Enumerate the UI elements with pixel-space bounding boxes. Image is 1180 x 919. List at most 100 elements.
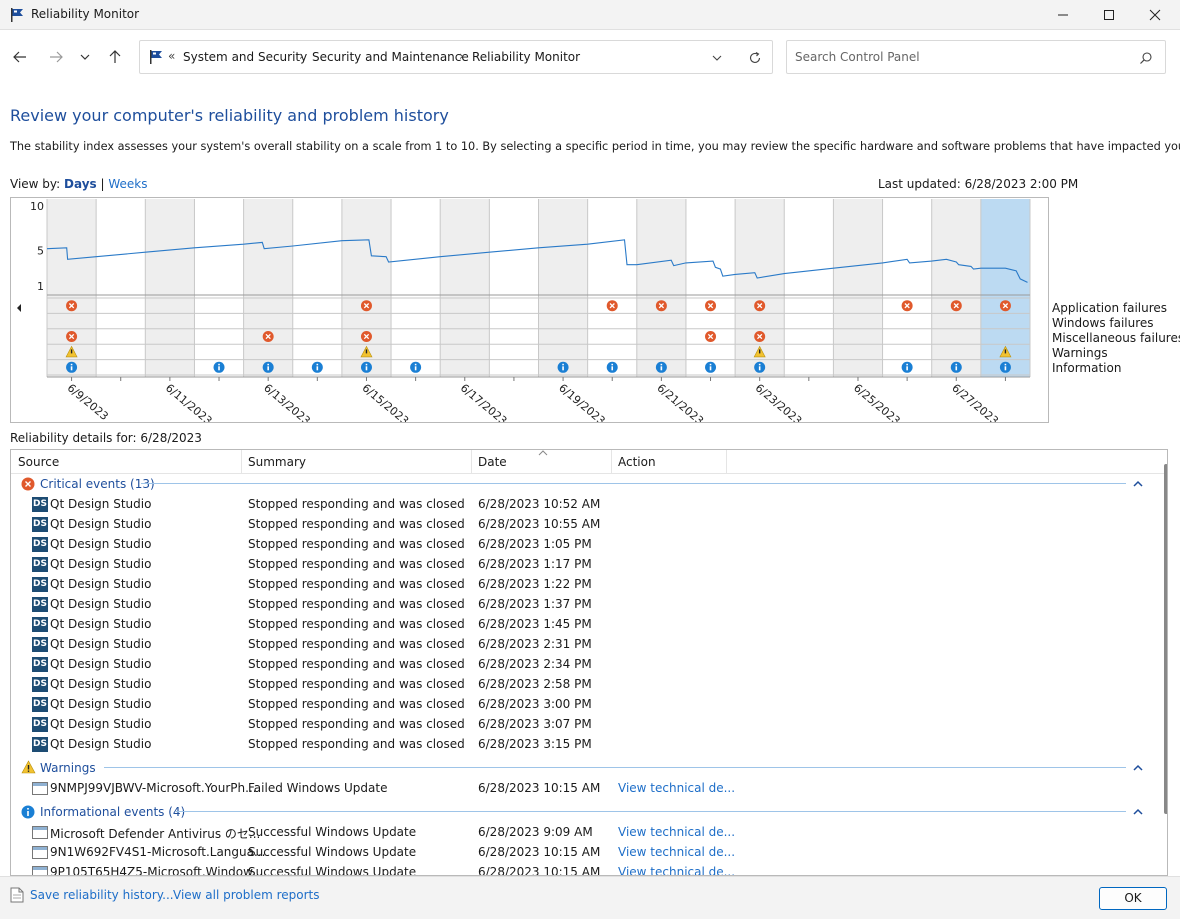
summary-cell: Stopped responding and was closed: [248, 677, 465, 691]
action-link[interactable]: View technical de...: [618, 845, 735, 859]
collapse-chevron-icon[interactable]: [1133, 480, 1143, 487]
view-all-problem-reports-link[interactable]: View all problem reports: [173, 888, 320, 902]
save-reliability-history-link[interactable]: Save reliability history...: [30, 888, 174, 902]
day-column[interactable]: [489, 199, 539, 377]
day-column[interactable]: [587, 199, 637, 377]
day-column[interactable]: [538, 199, 588, 377]
table-row[interactable]: 9P105T65H4Z5-Microsoft.Window... Successf…: [11, 862, 1151, 875]
day-column[interactable]: [685, 199, 736, 377]
day-column[interactable]: [194, 199, 244, 377]
close-button[interactable]: [1132, 0, 1178, 30]
day-column[interactable]: [833, 199, 883, 377]
table-row[interactable]: Microsoft Defender Antivirus のセ... Succes…: [11, 822, 1151, 842]
scroll-left-icon[interactable]: [17, 304, 21, 312]
column-divider[interactable]: [241, 450, 242, 474]
search-icon[interactable]: [1139, 51, 1153, 65]
day-column[interactable]: [145, 199, 195, 377]
recent-locations-button[interactable]: [75, 46, 95, 68]
table-row[interactable]: DS Qt Design Studio Stopped responding and…: [11, 574, 1151, 594]
info-event-icon: [267, 366, 269, 371]
collapse-chevron-icon[interactable]: [1133, 808, 1143, 815]
maximize-button[interactable]: [1086, 0, 1132, 30]
ok-button[interactable]: OK: [1099, 887, 1167, 910]
table-row[interactable]: DS Qt Design Studio Stopped responding and…: [11, 514, 1151, 534]
collapse-chevron-icon[interactable]: [1133, 764, 1143, 771]
table-row[interactable]: DS Qt Design Studio Stopped responding and…: [11, 734, 1151, 754]
qt-design-studio-icon: DS: [32, 597, 48, 612]
source-cell: Qt Design Studio: [50, 557, 152, 571]
view-weeks-link[interactable]: Weeks: [108, 177, 147, 191]
column-divider[interactable]: [471, 450, 472, 474]
info-event-icon: [955, 366, 958, 371]
table-row[interactable]: DS Qt Design Studio Stopped responding and…: [11, 534, 1151, 554]
view-by-selector: View by: Days | Weeks: [10, 177, 148, 191]
table-row[interactable]: DS Qt Design Studio Stopped responding and…: [11, 494, 1151, 514]
day-column[interactable]: [440, 199, 490, 377]
summary-cell: Stopped responding and was closed: [248, 737, 465, 751]
info-event-icon: [758, 363, 761, 366]
action-link[interactable]: View technical de...: [618, 781, 735, 795]
back-button[interactable]: [9, 46, 31, 68]
column-divider[interactable]: [726, 450, 727, 474]
address-bar[interactable]: « System and Security › Security and Mai…: [139, 40, 773, 74]
source-cell: Qt Design Studio: [50, 717, 152, 731]
info-event-icon: [70, 366, 73, 371]
day-column[interactable]: [931, 199, 981, 377]
breadcrumb-security-and-maintenance[interactable]: Security and Maintenance: [312, 50, 469, 64]
address-dropdown-icon[interactable]: [712, 54, 722, 62]
up-button[interactable]: [104, 46, 126, 68]
minimize-button[interactable]: [1040, 0, 1086, 30]
breadcrumb-reliability-monitor[interactable]: Reliability Monitor: [472, 50, 580, 64]
table-row[interactable]: 9NMPJ99VJBWV-Microsoft.YourPh... Failed W…: [11, 778, 1151, 798]
table-row[interactable]: DS Qt Design Studio Stopped responding and…: [11, 594, 1151, 614]
qt-design-studio-icon: DS: [32, 617, 48, 632]
table-row[interactable]: DS Qt Design Studio Stopped responding and…: [11, 614, 1151, 634]
table-row[interactable]: DS Qt Design Studio Stopped responding and…: [11, 654, 1151, 674]
breadcrumb-overflow[interactable]: «: [168, 49, 175, 63]
day-column[interactable]: [882, 199, 932, 377]
action-link[interactable]: View technical de...: [618, 865, 735, 875]
date-cell: 6/28/2023 10:55 AM: [478, 517, 601, 531]
summary-cell: Stopped responding and was closed: [248, 597, 465, 611]
table-row[interactable]: DS Qt Design Studio Stopped responding and…: [11, 634, 1151, 654]
day-column[interactable]: [292, 199, 342, 377]
day-column[interactable]: [391, 199, 441, 377]
info-event-icon: [562, 366, 564, 371]
column-header-date[interactable]: Date: [478, 455, 507, 469]
stability-chart[interactable]: 10 5 1 6/9/2023 6/11/2023 6/13/2023 6/15/2023 6…: [10, 197, 1049, 428]
date-cell: 6/28/2023 1:05 PM: [478, 537, 592, 551]
summary-cell: Stopped responding and was closed: [248, 637, 465, 651]
refresh-icon[interactable]: [748, 51, 762, 65]
action-link[interactable]: View technical de...: [618, 825, 735, 839]
column-divider[interactable]: [611, 450, 612, 474]
breadcrumb-system-and-security[interactable]: System and Security: [183, 50, 307, 64]
table-row[interactable]: DS Qt Design Studio Stopped responding and…: [11, 674, 1151, 694]
search-placeholder: Search Control Panel: [795, 50, 920, 64]
summary-cell: Stopped responding and was closed: [248, 497, 465, 511]
column-header-source[interactable]: Source: [18, 455, 59, 469]
vertical-scrollbar[interactable]: [1164, 464, 1167, 814]
table-row[interactable]: DS Qt Design Studio Stopped responding and…: [11, 694, 1151, 714]
table-row[interactable]: 9N1W692FV4S1-Microsoft.Langua... Successf…: [11, 842, 1151, 862]
x-tick-label: 6/13/2023: [261, 381, 313, 422]
table-row[interactable]: DS Qt Design Studio Stopped responding and…: [11, 714, 1151, 734]
stability-chart-svg[interactable]: 10 5 1 6/9/2023 6/11/2023 6/13/2023 6/15/2023 6…: [11, 198, 1048, 428]
title-bar: Reliability Monitor: [0, 0, 1180, 30]
day-column[interactable]: [243, 199, 293, 377]
source-cell: Qt Design Studio: [50, 697, 152, 711]
view-days-link[interactable]: Days: [64, 177, 97, 191]
day-column[interactable]: [784, 199, 834, 377]
forward-button[interactable]: [45, 46, 67, 68]
search-box[interactable]: Search Control Panel: [786, 40, 1166, 74]
column-header-summary[interactable]: Summary: [248, 455, 306, 469]
day-column[interactable]: [636, 199, 686, 377]
day-column[interactable]: [96, 199, 146, 377]
reliability-details-table: Source Summary Date Action Critical even…: [10, 449, 1168, 876]
summary-cell: Successful Windows Update: [248, 845, 417, 859]
table-row[interactable]: DS Qt Design Studio Stopped responding and…: [11, 554, 1151, 574]
application-window-icon: [32, 782, 48, 795]
column-header-action[interactable]: Action: [618, 455, 656, 469]
x-tick-label: 6/27/2023: [949, 381, 1001, 422]
info-event-icon: [562, 363, 564, 366]
legend-warnings: Warnings: [1052, 346, 1108, 360]
